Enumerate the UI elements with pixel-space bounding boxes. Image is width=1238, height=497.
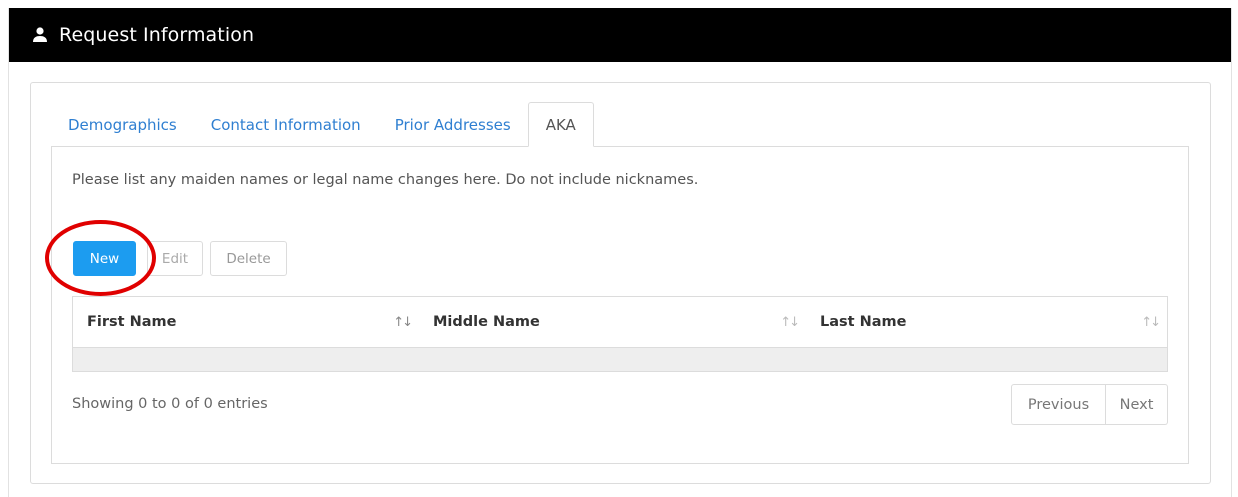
tab-aka[interactable]: AKA: [527, 102, 594, 147]
tab-prior-addresses[interactable]: Prior Addresses: [378, 102, 528, 147]
tab-demographics[interactable]: Demographics: [51, 102, 194, 147]
empty-table-row: [73, 348, 1167, 371]
pagination: Previous Next: [1011, 384, 1168, 425]
sort-icon: ↑↓: [1141, 314, 1161, 330]
edit-button[interactable]: Edit: [147, 241, 203, 276]
new-button[interactable]: New: [73, 241, 136, 276]
tab-contact-information[interactable]: Contact Information: [194, 102, 378, 147]
user-icon: [31, 26, 49, 44]
next-page-button[interactable]: Next: [1106, 384, 1168, 425]
sort-icon: ↑↓: [780, 314, 800, 330]
table-header: First Name ↑↓ Middle Name ↑↓ Last Name ↑…: [73, 297, 1167, 348]
instructions-text: Please list any maiden names or legal na…: [72, 172, 699, 188]
aka-table: First Name ↑↓ Middle Name ↑↓ Last Name ↑…: [72, 296, 1168, 372]
previous-page-button[interactable]: Previous: [1011, 384, 1106, 425]
section-header: Request Information: [9, 8, 1231, 62]
column-header-first-name[interactable]: First Name ↑↓: [73, 297, 419, 347]
delete-button[interactable]: Delete: [210, 241, 287, 276]
column-header-middle-name[interactable]: Middle Name ↑↓: [419, 297, 806, 347]
section-title: Request Information: [59, 24, 255, 46]
tab-bar: Demographics Contact Information Prior A…: [51, 102, 594, 147]
column-header-last-name[interactable]: Last Name ↑↓: [806, 297, 1167, 347]
table-info: Showing 0 to 0 of 0 entries: [72, 396, 268, 412]
sort-icon: ↑↓: [393, 314, 413, 330]
